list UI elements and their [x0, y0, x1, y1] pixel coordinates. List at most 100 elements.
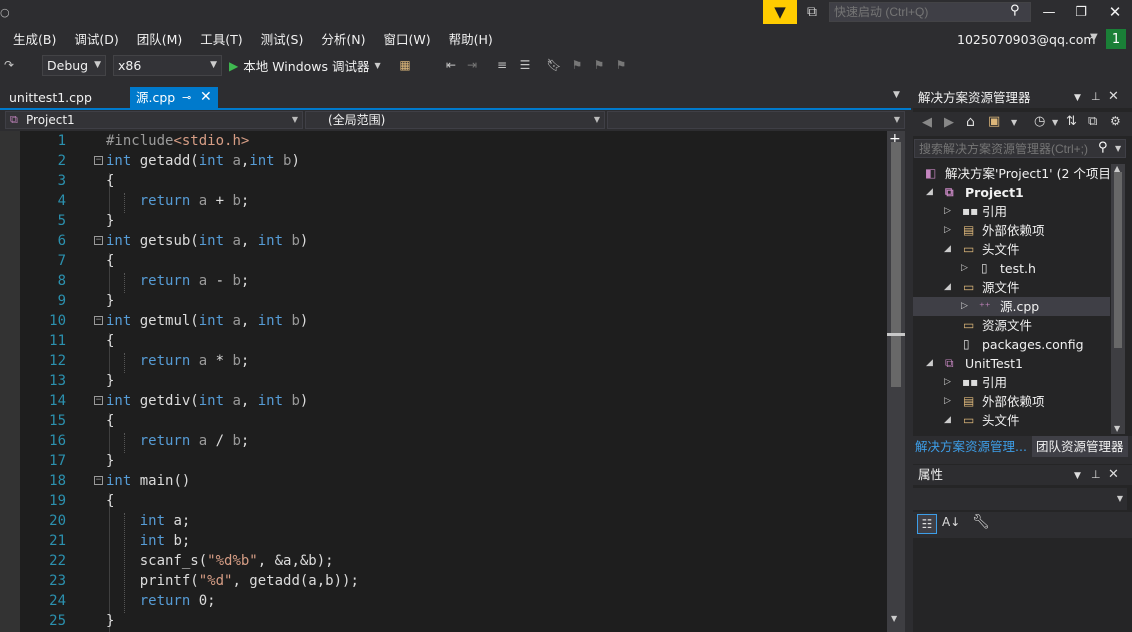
platform-select[interactable]: x86 ▼	[113, 55, 222, 76]
expanded-icon[interactable]: ◢	[944, 411, 951, 430]
tree-node-references-2[interactable]: ▷ ▪▪ 引用	[913, 373, 1110, 392]
code-line[interactable]: }	[106, 291, 114, 311]
step-into-icon[interactable]: ⇥	[463, 56, 481, 74]
chevron-down-icon[interactable]: ▼	[1052, 118, 1058, 127]
notifications-badge[interactable]: 1	[1106, 29, 1126, 49]
collapse-icon[interactable]: −	[94, 476, 103, 485]
expanded-icon[interactable]: ◢	[926, 354, 933, 373]
uncomment-icon[interactable]: ☰	[516, 56, 534, 74]
sync-icon[interactable]: ⇅	[1066, 114, 1077, 129]
redo-icon[interactable]: ↷	[0, 56, 18, 74]
solution-search-input[interactable]	[914, 139, 1126, 158]
next-bookmark-icon[interactable]: ⚑	[590, 56, 608, 74]
chevron-down-icon[interactable]: ▼	[1090, 32, 1098, 43]
tree-node-references[interactable]: ▷ ▪▪ 引用	[913, 202, 1110, 221]
search-icon[interactable]: ⚲	[1010, 3, 1020, 18]
notification-filter-icon[interactable]: ▼	[763, 0, 797, 24]
code-line[interactable]: scanf_s("%d%b", &a,&b);	[106, 551, 334, 571]
code-line[interactable]: return a * b;	[106, 351, 250, 371]
menu-debug[interactable]: 调试(D)	[65, 30, 127, 50]
close-icon[interactable]: ✕	[1108, 467, 1119, 482]
properties-object-select[interactable]: ▼	[913, 488, 1127, 510]
code-line[interactable]: int getmul(int a, int b)	[106, 311, 308, 331]
code-editor[interactable]: 1 2 3 4 5 6 7 8 9 10 11 12 13 14 15 16 1…	[0, 131, 887, 632]
code-line[interactable]: return a / b;	[106, 431, 250, 451]
code-line[interactable]: }	[106, 211, 114, 231]
code-line[interactable]: {	[106, 251, 114, 271]
code-line[interactable]: {	[106, 331, 114, 351]
configuration-select[interactable]: Debug ▼	[42, 55, 106, 76]
start-debugging-button[interactable]: ▶ 本地 Windows 调试器 ▼	[229, 55, 381, 76]
chevron-down-icon[interactable]: ▼	[1074, 471, 1081, 481]
account-email[interactable]: 1025070903@qq.com	[957, 32, 1096, 47]
code-line[interactable]: int getadd(int a,int b)	[106, 151, 300, 171]
back-icon[interactable]: ◀	[922, 115, 932, 130]
code-line[interactable]: int getsub(int a, int b)	[106, 231, 308, 251]
feedback-icon[interactable]: ⧉	[800, 2, 824, 22]
minimize-button[interactable]: —	[1034, 0, 1064, 24]
tab-unittest1-cpp[interactable]: unittest1.cpp	[0, 87, 101, 108]
close-window-button[interactable]: ✕	[1100, 0, 1130, 24]
chevron-down-icon[interactable]: ▼	[1011, 118, 1017, 127]
pin-icon[interactable]: ⊥	[1091, 468, 1101, 481]
chevron-down-icon[interactable]: ▼	[1074, 93, 1081, 103]
collapse-icon[interactable]: −	[94, 396, 103, 405]
tab-solution-explorer[interactable]: 解决方案资源管理...	[915, 436, 1027, 457]
categorized-icon[interactable]: ☷	[917, 514, 937, 534]
code-line[interactable]: }	[106, 371, 114, 391]
pin-icon[interactable]: ⊸	[182, 87, 191, 108]
solution-tree-scroll-thumb[interactable]	[1114, 172, 1122, 348]
tree-node-resource-files[interactable]: ▭ 资源文件	[913, 316, 1110, 335]
scope-nav-dropdown[interactable]: (全局范围) ▼	[305, 111, 605, 129]
tree-node-source-cpp[interactable]: ▷ ⁺⁺ 源.cpp	[913, 297, 1110, 316]
menu-window[interactable]: 窗口(W)	[374, 30, 439, 50]
code-line[interactable]: #include<stdio.h>	[106, 131, 249, 151]
tab-overflow-icon[interactable]: ▼	[893, 90, 900, 100]
code-line[interactable]: }	[106, 451, 114, 471]
menu-team[interactable]: 团队(M)	[128, 30, 192, 50]
code-line[interactable]: }	[106, 611, 114, 631]
clear-bookmarks-icon[interactable]: ⚑	[612, 56, 630, 74]
tree-node-external-deps[interactable]: ▷ ▤ 外部依赖项	[913, 221, 1110, 240]
quick-launch-input[interactable]	[829, 2, 1031, 22]
collapsed-icon[interactable]: ▷	[961, 297, 968, 316]
collapse-icon[interactable]: −	[94, 316, 103, 325]
code-line[interactable]: int a;	[106, 511, 191, 531]
code-line[interactable]: int b;	[106, 531, 191, 551]
collapsed-icon[interactable]: ▷	[944, 392, 951, 411]
code-line[interactable]: {	[106, 491, 114, 511]
step-over-icon[interactable]: ⇤	[442, 56, 460, 74]
expanded-icon[interactable]: ◢	[944, 278, 951, 297]
code-line[interactable]: int getdiv(int a, int b)	[106, 391, 308, 411]
code-line[interactable]: printf("%d", getadd(a,b));	[106, 571, 359, 591]
pin-icon[interactable]: ⊥	[1091, 90, 1101, 103]
collapsed-icon[interactable]: ▷	[961, 259, 968, 278]
collapsed-icon[interactable]: ▷	[944, 202, 951, 221]
expanded-icon[interactable]: ◢	[944, 240, 951, 259]
switch-views-icon[interactable]: ▣	[988, 114, 1000, 129]
tree-node-solution[interactable]: ◧ 解决方案'Project1' (2 个项目)	[913, 164, 1110, 183]
collapsed-icon[interactable]: ▷	[944, 373, 951, 392]
tree-node-header-files-2[interactable]: ◢ ▭ 头文件	[913, 411, 1110, 430]
collapse-icon[interactable]: −	[94, 156, 103, 165]
menu-tools[interactable]: 工具(T)	[191, 30, 251, 50]
tab-source-cpp[interactable]: 源.cpp ⊸ ✕	[130, 87, 218, 108]
code-line[interactable]: return a - b;	[106, 271, 250, 291]
prev-bookmark-icon[interactable]: ⚑	[568, 56, 586, 74]
code-line[interactable]: return a + b;	[106, 191, 250, 211]
close-icon[interactable]: ✕	[1108, 89, 1119, 104]
scroll-down-icon[interactable]: ▼	[1114, 424, 1120, 433]
collapsed-icon[interactable]: ▷	[944, 221, 951, 240]
tree-node-test-h[interactable]: ▷ ▯ test.h	[913, 259, 1110, 278]
expanded-icon[interactable]: ◢	[926, 183, 933, 202]
tree-node-project1[interactable]: ◢ ⧉ Project1	[913, 183, 1110, 202]
forward-icon[interactable]: ▶	[944, 115, 954, 130]
pending-changes-icon[interactable]: ◷	[1034, 114, 1045, 129]
home-icon[interactable]: ⌂	[966, 114, 975, 130]
tab-team-explorer[interactable]: 团队资源管理器	[1032, 436, 1128, 457]
code-line[interactable]: int main()	[106, 471, 190, 491]
find-in-files-icon[interactable]: ▦	[396, 56, 414, 74]
code-line[interactable]: return 0;	[106, 591, 216, 611]
collapse-all-icon[interactable]: ⧉	[1088, 114, 1097, 129]
property-pages-icon[interactable]: 🔧︎	[972, 514, 990, 530]
